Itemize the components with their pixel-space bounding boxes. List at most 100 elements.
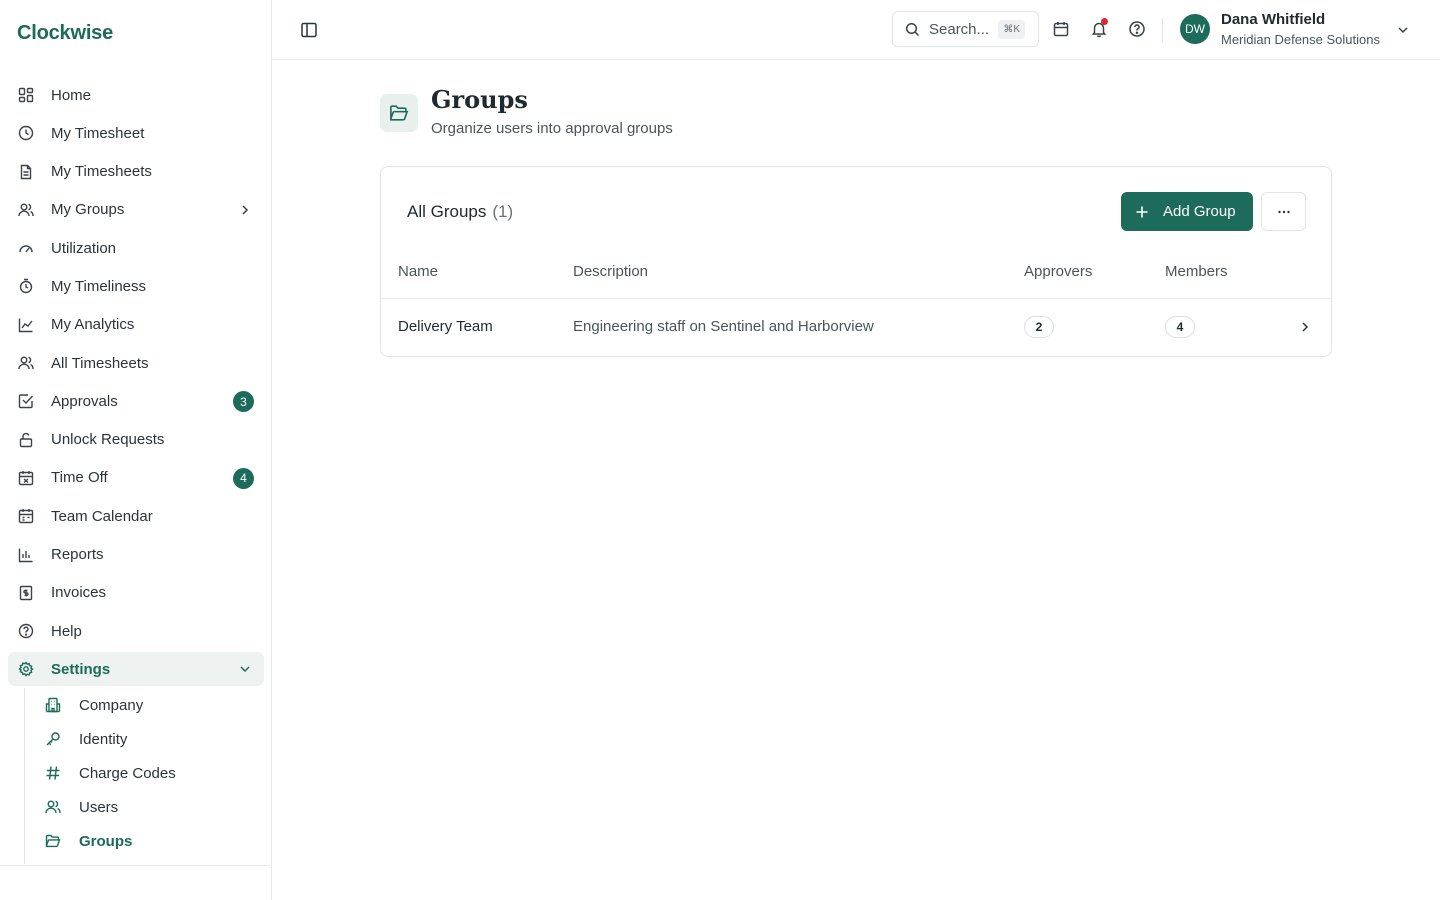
building-icon bbox=[45, 697, 61, 713]
subitem-label: Charge Codes bbox=[79, 764, 176, 782]
users-icon bbox=[18, 355, 34, 371]
sidebar-divider bbox=[0, 865, 272, 866]
more-horizontal-icon bbox=[1276, 204, 1292, 220]
groups-card: All Groups (1) Add Group Name Description… bbox=[380, 166, 1332, 357]
sidebar-item-label: My Timeliness bbox=[51, 277, 147, 295]
sidebar-item-label: My Timesheets bbox=[51, 163, 152, 181]
add-group-label: Add Group bbox=[1163, 203, 1236, 220]
more-options-button[interactable] bbox=[1261, 192, 1306, 231]
sidebar-item-approvals[interactable]: Approvals 3 bbox=[8, 384, 264, 418]
calendar-icon[interactable] bbox=[1052, 20, 1070, 38]
sidebar-item-reports[interactable]: Reports bbox=[8, 538, 264, 572]
sidebar-item-label: Settings bbox=[51, 660, 111, 678]
sidebar-item-label: My Analytics bbox=[51, 316, 135, 334]
approvals-count-badge: 3 bbox=[233, 391, 254, 413]
document-icon bbox=[18, 164, 34, 180]
chevron-right-icon bbox=[238, 203, 252, 217]
notification-dot bbox=[1101, 18, 1108, 25]
help-icon[interactable] bbox=[1128, 20, 1146, 38]
sidebar-item-time-off[interactable]: Time Off 4 bbox=[8, 461, 264, 495]
sidebar-item-invoices[interactable]: Invoices bbox=[8, 576, 264, 610]
sidebar-toggle-icon[interactable] bbox=[300, 21, 318, 39]
add-group-button[interactable]: Add Group bbox=[1121, 192, 1253, 231]
clock-icon bbox=[18, 125, 34, 141]
sidebar-item-label: Approvals bbox=[51, 392, 118, 410]
card-title: All Groups (1) bbox=[407, 202, 513, 222]
sidebar: Clockwise Home My Timesheet My Timesheet… bbox=[0, 0, 272, 900]
search-icon bbox=[905, 22, 920, 37]
sidebar-item-settings[interactable]: Settings bbox=[8, 652, 264, 687]
search-input[interactable]: Search... ⌘K bbox=[892, 11, 1039, 47]
sidebar-item-label: Invoices bbox=[51, 584, 107, 602]
folder-open-icon bbox=[380, 94, 418, 132]
sidebar-item-unlock-requests[interactable]: Unlock Requests bbox=[8, 423, 264, 457]
sidebar-item-home[interactable]: Home bbox=[8, 78, 264, 112]
card-title-text: All Groups bbox=[407, 202, 487, 221]
sidebar-subitem-company[interactable]: Company bbox=[25, 688, 264, 722]
sidebar-item-my-timesheets[interactable]: My Timesheets bbox=[8, 155, 264, 189]
sidebar-item-team-calendar[interactable]: Team Calendar bbox=[8, 499, 264, 533]
avatar[interactable]: DW bbox=[1180, 14, 1210, 44]
sidebar-item-my-analytics[interactable]: My Analytics bbox=[8, 308, 264, 342]
plus-icon bbox=[1135, 205, 1149, 219]
sidebar-item-label: Utilization bbox=[51, 239, 117, 257]
subitem-label: Company bbox=[79, 696, 144, 714]
approvers-count-badge: 2 bbox=[1024, 316, 1054, 338]
sidebar-item-label: My Timesheet bbox=[51, 124, 145, 142]
sidebar-subitem-identity[interactable]: Identity bbox=[25, 722, 264, 756]
search-shortcut-hint: ⌘K bbox=[998, 20, 1025, 39]
search-placeholder: Search... bbox=[929, 20, 990, 38]
sidebar-item-label: Help bbox=[51, 622, 82, 640]
app-logo[interactable]: Clockwise bbox=[17, 22, 113, 45]
invoice-icon bbox=[18, 585, 34, 601]
sidebar-item-my-timesheet[interactable]: My Timesheet bbox=[8, 116, 264, 150]
users-icon bbox=[45, 799, 61, 815]
sidebar-subitem-charge-codes[interactable]: Charge Codes bbox=[25, 756, 264, 790]
dashboard-icon bbox=[18, 87, 34, 103]
groups-count: (1) bbox=[492, 202, 514, 221]
group-description: Engineering staff on Sentinel and Harbor… bbox=[573, 318, 874, 335]
sidebar-item-all-timesheets[interactable]: All Timesheets bbox=[8, 346, 264, 380]
sidebar-item-label: Team Calendar bbox=[51, 507, 153, 525]
check-square-icon bbox=[18, 393, 34, 409]
page-subtitle: Organize users into approval groups bbox=[431, 120, 673, 137]
chevron-down-icon bbox=[238, 662, 252, 676]
sidebar-item-help[interactable]: Help bbox=[8, 614, 264, 648]
help-icon bbox=[18, 623, 34, 639]
sidebar-item-my-groups[interactable]: My Groups bbox=[8, 193, 264, 227]
sidebar-subitem-groups[interactable]: Groups bbox=[25, 824, 264, 858]
sidebar-item-label: My Groups bbox=[51, 201, 125, 219]
column-header-members[interactable]: Members bbox=[1165, 263, 1228, 280]
column-header-description[interactable]: Description bbox=[573, 263, 648, 280]
sidebar-item-label: All Timesheets bbox=[51, 354, 149, 372]
chevron-down-icon[interactable] bbox=[1396, 23, 1410, 37]
subitem-label: Users bbox=[79, 798, 119, 816]
users-icon bbox=[18, 202, 34, 218]
unlock-icon bbox=[18, 432, 34, 448]
sidebar-item-my-timeliness[interactable]: My Timeliness bbox=[8, 269, 264, 303]
sidebar-item-label: Home bbox=[51, 86, 92, 104]
sidebar-item-label: Time Off bbox=[51, 469, 108, 487]
sidebar-nav: Home My Timesheet My Timesheets My Group… bbox=[8, 78, 264, 691]
user-name[interactable]: Dana Whitfield bbox=[1221, 11, 1325, 28]
table-row[interactable]: Delivery Team Engineering staff on Senti… bbox=[381, 299, 1331, 356]
sidebar-item-label: Reports bbox=[51, 546, 104, 564]
key-icon bbox=[45, 731, 61, 747]
sidebar-subitem-users[interactable]: Users bbox=[25, 790, 264, 824]
folder-open-icon bbox=[45, 833, 61, 849]
chevron-right-icon[interactable] bbox=[1298, 320, 1312, 334]
gear-icon bbox=[18, 661, 34, 678]
column-header-approvers[interactable]: Approvers bbox=[1024, 263, 1092, 280]
user-organization: Meridian Defense Solutions bbox=[1221, 32, 1380, 47]
stopwatch-icon bbox=[18, 278, 34, 294]
sidebar-item-label: Unlock Requests bbox=[51, 431, 165, 449]
page-title: Groups bbox=[431, 85, 528, 114]
bar-chart-icon bbox=[18, 547, 34, 563]
subitem-label: Identity bbox=[79, 730, 128, 748]
topbar-divider bbox=[1162, 18, 1163, 42]
hash-icon bbox=[45, 765, 61, 781]
column-header-name[interactable]: Name bbox=[398, 263, 438, 280]
sidebar-item-utilization[interactable]: Utilization bbox=[8, 231, 264, 265]
group-name: Delivery Team bbox=[398, 318, 493, 335]
time-off-count-badge: 4 bbox=[233, 467, 254, 489]
